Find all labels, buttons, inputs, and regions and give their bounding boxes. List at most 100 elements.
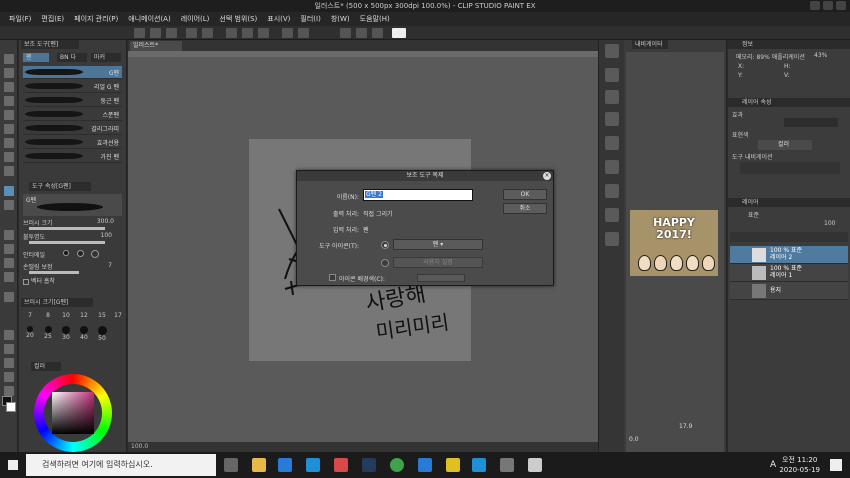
close-icon[interactable]: [605, 68, 619, 82]
icon-bgcolor-swatch[interactable]: [417, 274, 465, 282]
sub-color-swatch[interactable]: [6, 402, 16, 412]
eyedropper-tool-icon[interactable]: [4, 124, 14, 134]
maximize-button[interactable]: [823, 1, 833, 10]
mirror-icon[interactable]: [605, 208, 619, 222]
menu-filter[interactable]: 필터(I): [295, 12, 325, 26]
navigator-angle[interactable]: 0.0: [629, 436, 639, 443]
file-explorer-icon[interactable]: [252, 458, 266, 472]
brush-size-value[interactable]: 300.0: [97, 218, 114, 225]
snap-perspective-icon[interactable]: [372, 28, 383, 38]
menu-view[interactable]: 표시(V): [262, 12, 295, 26]
fill-tool-icon[interactable]: [4, 258, 14, 268]
new-icon[interactable]: [134, 28, 145, 38]
snap-ruler-icon[interactable]: [340, 28, 351, 38]
edge-legacy-icon[interactable]: [472, 458, 486, 472]
help-icon[interactable]: [392, 28, 406, 38]
stabilization-slider[interactable]: [29, 271, 79, 274]
zoom-tool-icon[interactable]: [4, 54, 14, 64]
balloon-tool-icon[interactable]: [4, 372, 14, 382]
size-25[interactable]: 25: [40, 326, 56, 340]
brush-round-pen[interactable]: 둥근 펜: [23, 94, 122, 107]
photos-icon[interactable]: [334, 458, 348, 472]
name-input[interactable]: G펜 2: [363, 189, 473, 201]
brush-real-g-pen[interactable]: 리얼 G 펜: [23, 80, 122, 93]
navigator-toggle-icon[interactable]: [605, 44, 619, 58]
ok-button[interactable]: OK: [503, 189, 547, 200]
brush-size-slider[interactable]: [29, 227, 105, 230]
minimize-button[interactable]: [810, 1, 820, 10]
size-50[interactable]: 50: [94, 326, 110, 342]
tab-marker[interactable]: 마커: [91, 53, 121, 62]
size-17[interactable]: 17: [110, 312, 126, 319]
vector-row[interactable]: 벡터 흡착: [23, 276, 122, 286]
open-icon[interactable]: [150, 28, 161, 38]
menu-animation[interactable]: 애니메이션(A): [123, 12, 175, 26]
menu-selection[interactable]: 선택 범위(S): [214, 12, 262, 26]
antialias-none-option[interactable]: [63, 250, 69, 256]
pen-tool-icon[interactable]: [4, 138, 14, 148]
antialias-weak-option[interactable]: [77, 250, 84, 257]
redo-icon[interactable]: [202, 28, 213, 38]
steam-icon[interactable]: [362, 458, 376, 472]
tool-icon-select[interactable]: 펜 ▾: [393, 239, 483, 250]
operation-tool-icon[interactable]: [4, 82, 14, 92]
custom-icon-radio[interactable]: [381, 259, 389, 267]
layer-row-2[interactable]: 100 % 표준 레이어 2: [730, 246, 848, 264]
record-icon[interactable]: [605, 112, 619, 126]
opacity-slider[interactable]: [29, 241, 105, 244]
gradient-tool-icon[interactable]: [4, 272, 14, 282]
tab-pen[interactable]: 펜: [23, 53, 49, 62]
airbrush-tool-icon[interactable]: [4, 200, 14, 210]
menu-page[interactable]: 페이지 관리(P): [69, 12, 123, 26]
selection-icon[interactable]: [282, 28, 293, 38]
tab-bn[interactable]: BN 다: [57, 53, 87, 62]
brush-spoon-pen[interactable]: 스푼펜: [23, 108, 122, 121]
stamp-icon[interactable]: [605, 160, 619, 174]
save-icon[interactable]: [166, 28, 177, 38]
tool-navigation-buttons[interactable]: [740, 162, 840, 174]
input-language[interactable]: A: [770, 460, 776, 470]
layer-toolbar[interactable]: [730, 232, 848, 242]
chrome-icon[interactable]: [390, 458, 404, 472]
clear-icon[interactable]: [226, 28, 237, 38]
pencil-tool-icon[interactable]: [4, 152, 14, 162]
ruler-tool-icon[interactable]: [4, 344, 14, 354]
blend-tool-icon[interactable]: [4, 244, 14, 254]
menu-layer[interactable]: 레이어(L): [176, 12, 215, 26]
clock[interactable]: 오전 11:20 2020-05-19: [779, 455, 820, 475]
effect-buttons[interactable]: [784, 118, 838, 127]
document-tab[interactable]: 일러스트*: [130, 41, 182, 51]
move-tool-icon[interactable]: [4, 68, 14, 78]
size-15[interactable]: 15: [94, 312, 110, 319]
brush-size-row[interactable]: 브러시 크기 300.0: [23, 218, 122, 230]
size-40[interactable]: 40: [76, 326, 92, 341]
crop-icon[interactable]: [298, 28, 309, 38]
store-icon[interactable]: [278, 458, 292, 472]
custom-icon-button[interactable]: 사용자 설정: [393, 257, 483, 268]
g-pen-tool-icon[interactable]: [4, 186, 14, 196]
auto-select-tool-icon[interactable]: [4, 110, 14, 120]
menu-help[interactable]: 도움말(H): [355, 12, 395, 26]
stabilization-row[interactable]: 손떨림 보정 7: [23, 262, 122, 274]
snap-grid-icon[interactable]: [356, 28, 367, 38]
windows-start-icon[interactable]: [8, 460, 18, 470]
size-10[interactable]: 10: [58, 312, 74, 319]
selection-tool-icon[interactable]: [4, 96, 14, 106]
blend-mode[interactable]: 표준: [748, 210, 759, 219]
antialias-mid-option[interactable]: [91, 250, 99, 258]
size-8[interactable]: 8: [40, 312, 56, 319]
zoom-status[interactable]: 100.0: [131, 443, 148, 450]
layer-row-1[interactable]: 100 % 표준 레이어 1: [730, 264, 848, 282]
menu-file[interactable]: 파일(F): [4, 12, 36, 26]
task-view-icon[interactable]: [224, 458, 238, 472]
layer-opacity[interactable]: 100: [824, 220, 835, 227]
opacity-row[interactable]: 불투명도 100: [23, 232, 122, 244]
clip-studio-paint-icon[interactable]: [528, 458, 542, 472]
cancel-button[interactable]: 취소: [503, 203, 547, 214]
dialog-close-button[interactable]: ×: [543, 172, 551, 180]
undo-icon[interactable]: [186, 28, 197, 38]
menu-window[interactable]: 창(W): [326, 12, 355, 26]
deselect-icon[interactable]: [258, 28, 269, 38]
size-20[interactable]: 20: [22, 326, 38, 339]
layer-row-paper[interactable]: 용지: [730, 282, 848, 300]
